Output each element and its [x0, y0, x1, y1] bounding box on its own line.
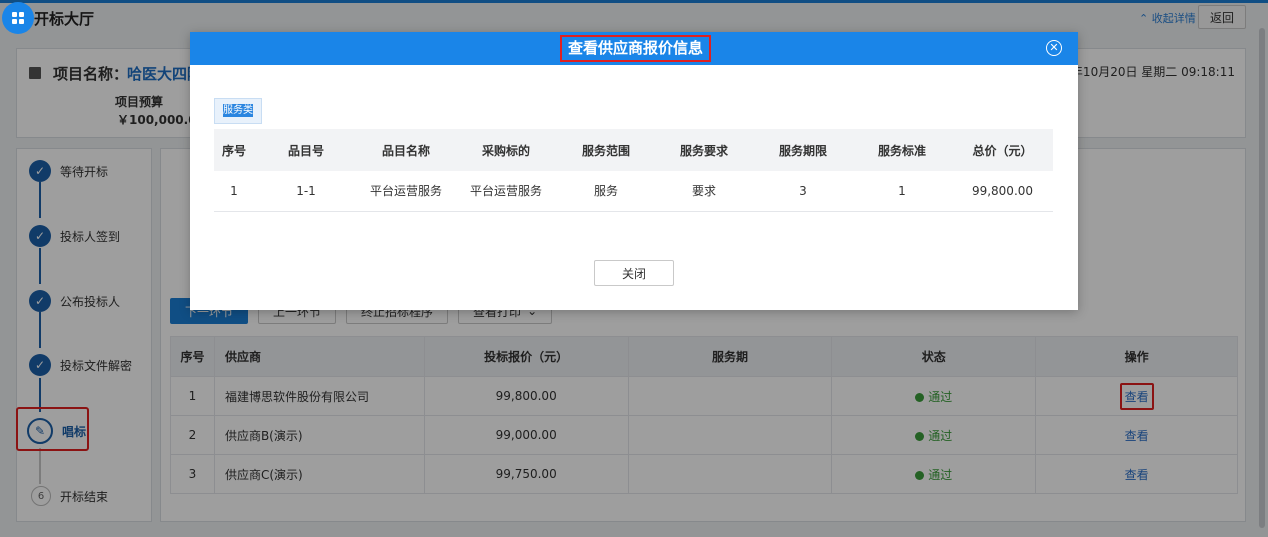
- column-header: 服务范围: [558, 129, 654, 171]
- tab-service-category[interactable]: 服务类: [214, 98, 262, 124]
- service-term: 3: [754, 171, 852, 212]
- service-standard: 1: [852, 171, 952, 212]
- table-row: 1 1-1 平台运营服务 平台运营服务 服务 要求 3 1 99,800.00: [214, 171, 1053, 212]
- dialog-header: 查看供应商报价信息 ✕: [190, 32, 1078, 65]
- item-name: 平台运营服务: [358, 171, 454, 212]
- column-header: 服务要求: [654, 129, 754, 171]
- table-header-row: 序号 品目号 品目名称 采购标的 服务范围 服务要求 服务期限 服务标准 总价（…: [214, 129, 1053, 171]
- service-requirement: 要求: [654, 171, 754, 212]
- column-header: 总价（元）: [952, 129, 1053, 171]
- column-header: 采购标的: [454, 129, 558, 171]
- service-scope: 服务: [558, 171, 654, 212]
- row-number: 1: [214, 171, 254, 212]
- column-header: 品目号: [254, 129, 358, 171]
- supplier-quote-dialog: 查看供应商报价信息 ✕ 服务类 序号 品目号 品目名称 采购标的 服务范围 服务…: [190, 32, 1078, 310]
- tab-label: 服务类: [223, 104, 253, 117]
- procurement-subject: 平台运营服务: [454, 171, 558, 212]
- close-button[interactable]: 关闭: [594, 260, 674, 286]
- close-icon[interactable]: ✕: [1046, 40, 1062, 56]
- dialog-title: 查看供应商报价信息: [560, 35, 712, 62]
- quote-table: 序号 品目号 品目名称 采购标的 服务范围 服务要求 服务期限 服务标准 总价（…: [214, 129, 1053, 212]
- column-header: 服务期限: [754, 129, 852, 171]
- column-header: 序号: [214, 129, 254, 171]
- total-price: 99,800.00: [952, 171, 1053, 212]
- column-header: 品目名称: [358, 129, 454, 171]
- app-grid-icon[interactable]: [2, 2, 34, 34]
- column-header: 服务标准: [852, 129, 952, 171]
- item-code: 1-1: [254, 171, 358, 212]
